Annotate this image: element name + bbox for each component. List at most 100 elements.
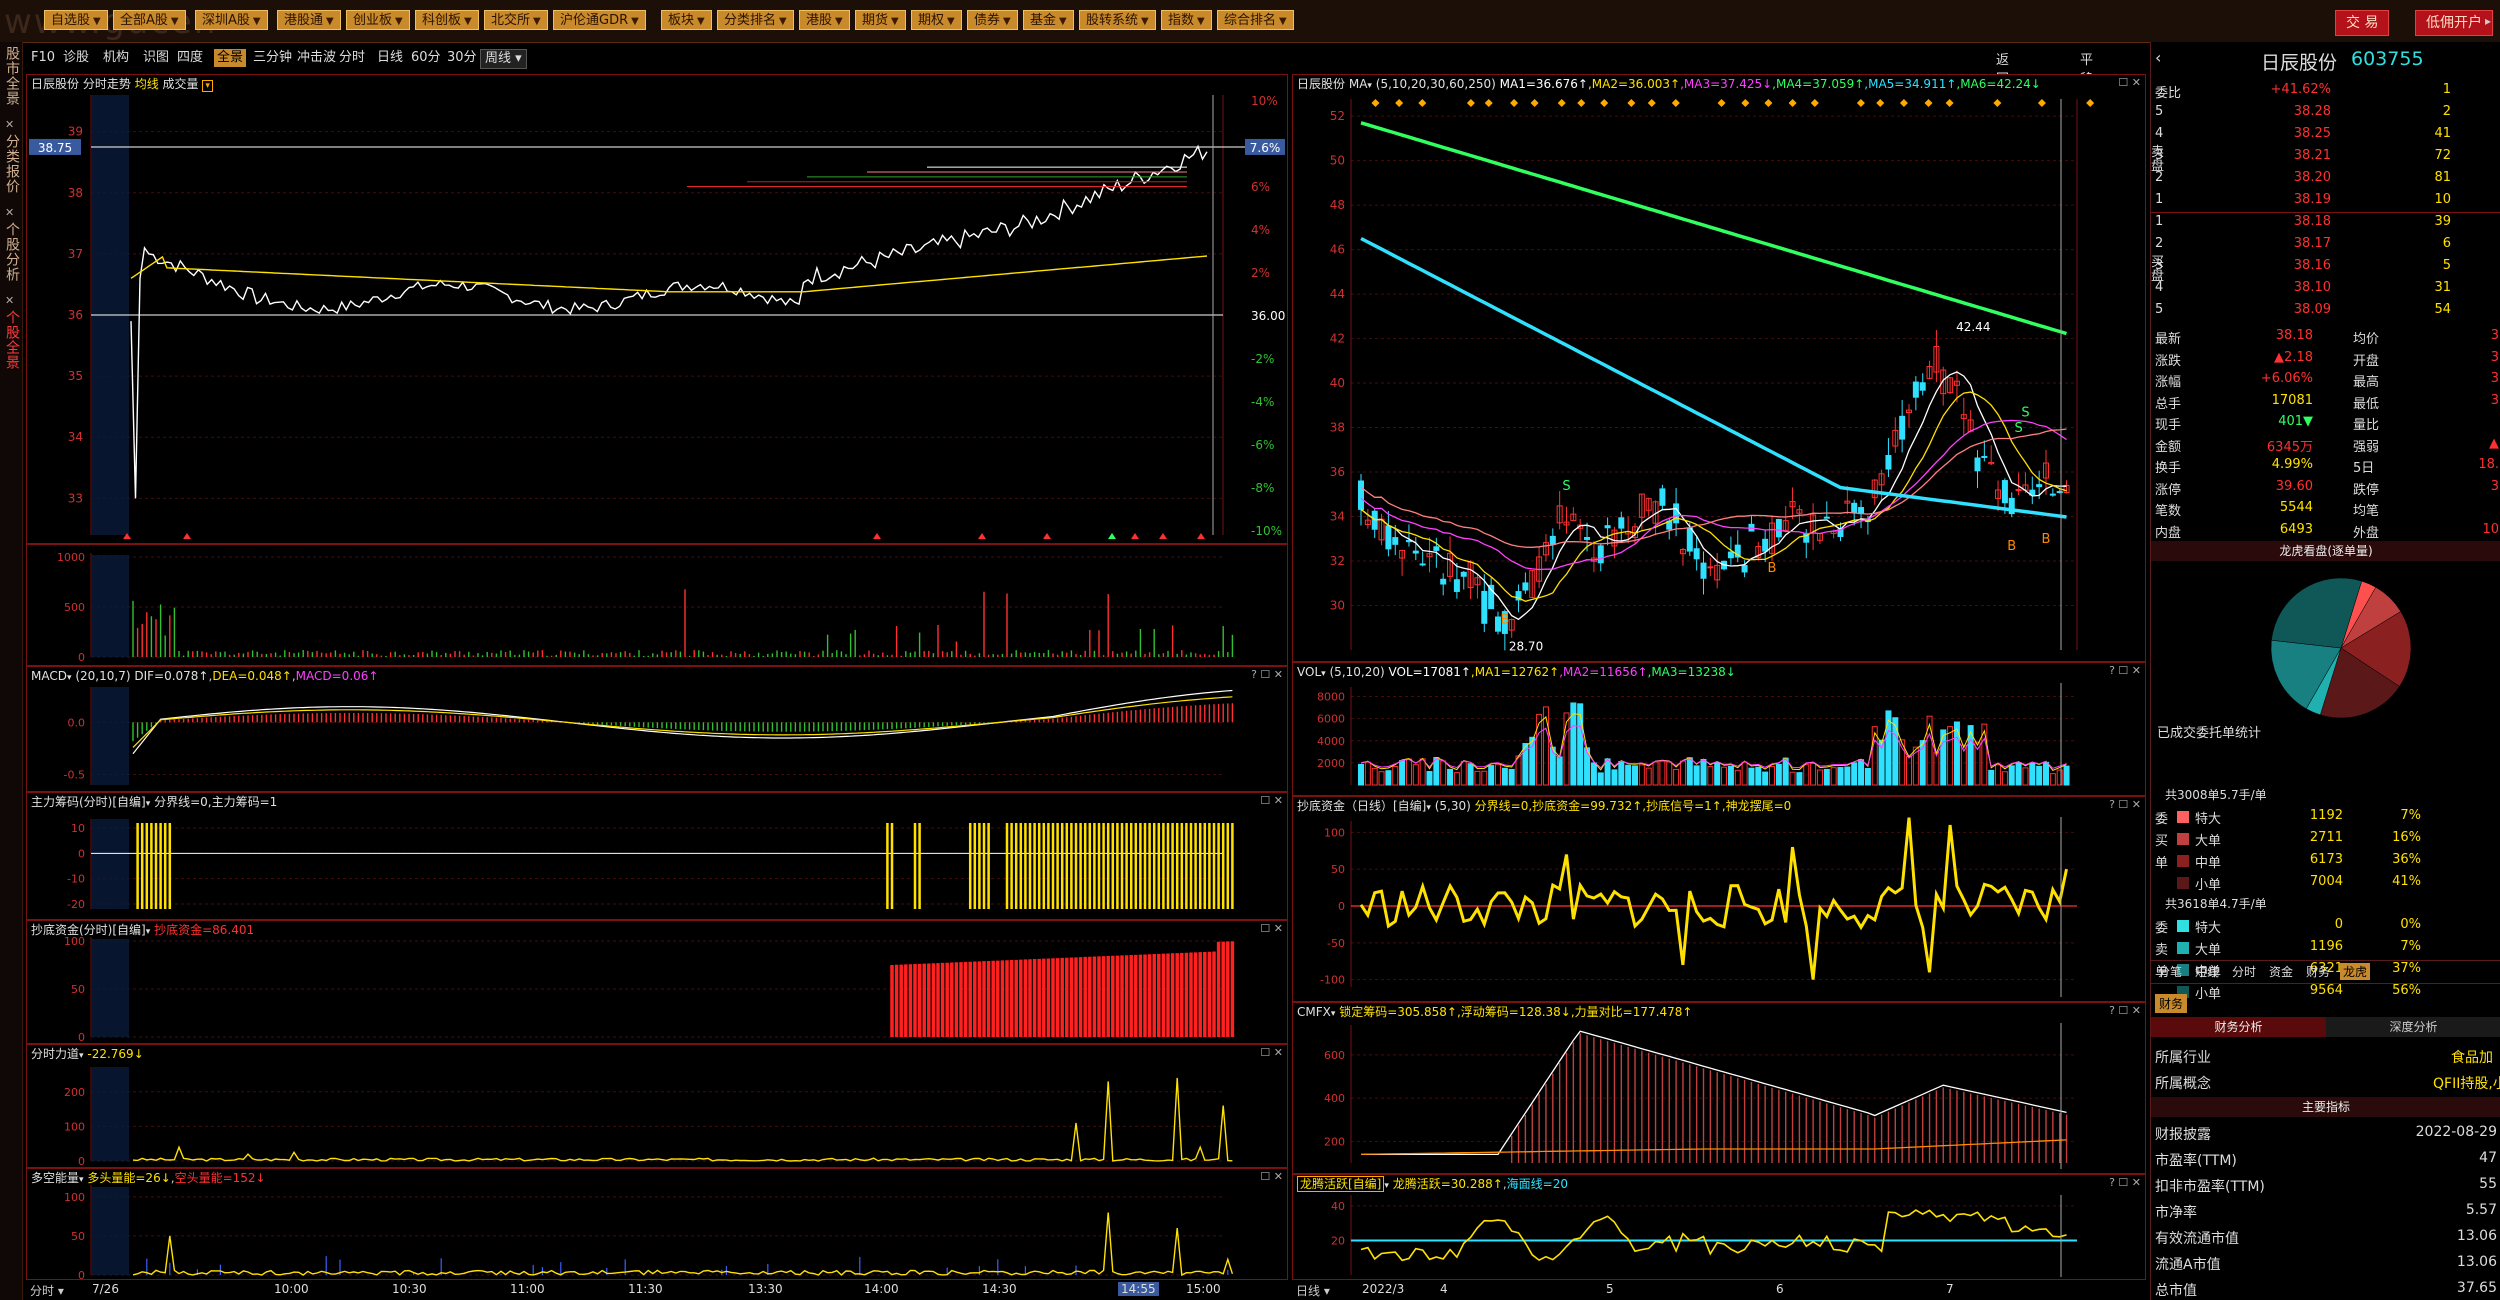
toolbar-item-16[interactable]: 指数 ▼: [1161, 10, 1212, 30]
trade-button[interactable]: 交 易: [2335, 10, 2390, 36]
open-account-button[interactable]: 低佣开户: [2415, 10, 2493, 36]
axis-tick: 100: [64, 935, 85, 948]
tab-0[interactable]: F10: [28, 49, 58, 67]
toolbar-item-2[interactable]: 深圳A股 ▼: [195, 10, 268, 30]
fin-row-label: 总市值: [2155, 1283, 2197, 1299]
daily-period-dropdown[interactable]: 日线 ▾: [1296, 1282, 1330, 1299]
order-row-vol: 9564: [2309, 983, 2343, 998]
candle-body: [1549, 535, 1556, 545]
intraday-dknl-chart: 100 50 0: [64, 1185, 1234, 1279]
tab-9[interactable]: 日线: [374, 49, 406, 67]
vtab-market-overview[interactable]: 股市全景: [2, 46, 20, 106]
toolbar-item-8[interactable]: 板块 ▼: [661, 10, 712, 30]
info-marker: [1899, 99, 1908, 107]
toolbar-item-14[interactable]: 基金 ▼: [1023, 10, 1074, 30]
deep-analysis-tab[interactable]: 深度分析: [2326, 1017, 2500, 1037]
vol-bar: [1748, 767, 1755, 786]
toolbar-item-15[interactable]: 股转系统 ▼: [1079, 10, 1156, 30]
order-row-vol: 2711: [2309, 830, 2343, 845]
candle-body: [1912, 381, 1919, 398]
vol-bar: [1371, 767, 1378, 786]
price-tick: 36: [1330, 465, 1345, 479]
vol-bar: [1666, 761, 1673, 786]
quote-tab-0[interactable]: 分笔: [2155, 963, 2185, 980]
toolbar-item-12[interactable]: 期权 ▼: [911, 10, 962, 30]
pct-tick: -4%: [1251, 395, 1274, 409]
tab-10[interactable]: 60分: [408, 49, 444, 67]
vtab-stock-overview[interactable]: 个股全景: [2, 310, 20, 370]
chevron-down-icon: ▼: [1197, 16, 1205, 27]
toolbar-item-11[interactable]: 期货 ▼: [855, 10, 906, 30]
fin-row-value: 47: [2479, 1150, 2497, 1166]
close-icon[interactable]: ✕: [5, 206, 14, 219]
toolbar-item-17[interactable]: 综合排名 ▼: [1217, 10, 1294, 30]
toolbar-item-13[interactable]: 债券 ▼: [967, 10, 1018, 30]
fin-analysis-tab[interactable]: 财务分析: [2151, 1017, 2326, 1037]
toolbar-item-0[interactable]: 自选股 ▼: [44, 10, 108, 30]
tab-11[interactable]: 30分: [444, 49, 480, 67]
tab-12[interactable]: 周线 ▾: [480, 49, 527, 69]
fin-row-value: 13.06: [2456, 1228, 2497, 1244]
close-icon[interactable]: ✕: [5, 294, 14, 307]
intraday-period-dropdown[interactable]: 分时 ▾: [30, 1282, 64, 1299]
axis-tick: -0.5: [64, 769, 85, 782]
quote-tab-1[interactable]: 短线: [2192, 963, 2222, 980]
tab-3[interactable]: 识图: [140, 49, 172, 67]
tab-6[interactable]: 三分钟: [250, 49, 295, 67]
axis-tick: 20: [1331, 1234, 1345, 1247]
stat-value: 4.99%: [2271, 457, 2313, 472]
info-marker: [1395, 99, 1404, 107]
stat-value: 3: [2490, 349, 2499, 365]
pct-tick: 6%: [1251, 180, 1270, 194]
stat-value: ▲2.18: [2274, 349, 2313, 365]
close-icon[interactable]: ✕: [5, 118, 14, 131]
tab-8[interactable]: 分时: [336, 49, 368, 67]
candle-body: [1440, 578, 1447, 585]
axis-tick: 100: [64, 1191, 85, 1204]
toolbar-item-6[interactable]: 北交所 ▼: [484, 10, 548, 30]
candle-body: [1974, 457, 1981, 472]
time-label: 2022/3: [1362, 1282, 1405, 1296]
toolbar-item-3[interactable]: 港股通 ▼: [277, 10, 341, 30]
axis-tick: 40: [1331, 1200, 1345, 1213]
tab-1[interactable]: 诊股: [60, 49, 92, 67]
tab-4[interactable]: 四度: [174, 49, 206, 67]
fin-tab[interactable]: 财务: [2155, 994, 2188, 1013]
quote-tab-2[interactable]: 分时: [2229, 963, 2259, 980]
intraday-fsld-chart: 200 100 0: [64, 1067, 1233, 1167]
order-row-pct: 7%: [2400, 808, 2421, 823]
vol-bar: [1816, 769, 1823, 786]
toolbar-item-4[interactable]: 创业板 ▼: [346, 10, 410, 30]
tab-2[interactable]: 机构: [100, 49, 132, 67]
vtab-stock-analysis[interactable]: 个股分析: [2, 222, 20, 282]
axis-tick: 10: [71, 822, 85, 835]
row-volume: 81: [2434, 170, 2451, 185]
quote-tab-3[interactable]: 资金: [2266, 963, 2296, 980]
intraday-price-panel: 日辰股份 分时走势 均线 成交量 ▾ 3938373635343310%8%6%…: [26, 74, 1288, 544]
toolbar-item-7[interactable]: 沪伦通GDR ▼: [553, 10, 646, 30]
toolbar-item-10[interactable]: 港股 ▼: [799, 10, 850, 30]
toolbar-item-5[interactable]: 科创板 ▼: [415, 10, 479, 30]
axis-tick: 50: [71, 1230, 85, 1243]
vtab-category-quote[interactable]: 分类报价: [2, 134, 20, 194]
back-icon[interactable]: ‹: [2155, 48, 2161, 67]
vol-bar: [1652, 761, 1659, 786]
vol-bar: [1700, 758, 1707, 786]
more-icon[interactable]: ▸: [2485, 14, 2495, 28]
pct-tick: 2%: [1251, 266, 1270, 280]
vol-bar: [1358, 763, 1364, 786]
fin-row-label: 市净率: [2155, 1205, 2197, 1221]
tab-5[interactable]: 全景: [214, 49, 247, 67]
toolbar-item-9[interactable]: 分类排名 ▼: [717, 10, 794, 30]
quote-tab-5[interactable]: 龙虎: [2340, 963, 2371, 980]
intraday-volume-panel: 1000 500 0: [26, 544, 1288, 666]
quote-tab-4[interactable]: 财务: [2303, 963, 2333, 980]
vol-bar: [1693, 765, 1700, 786]
legend-swatch: [2177, 833, 2189, 845]
order-row-vol: 1196: [2309, 939, 2343, 954]
tab-7[interactable]: 冲击波: [294, 49, 339, 67]
toolbar-item-1[interactable]: 全部A股 ▼: [113, 10, 186, 30]
stat-value: 6345万: [2266, 439, 2313, 455]
price-tick: 38: [68, 186, 83, 200]
daily-lthy-panel: 龙腾活跃[自编] ▾ 龙腾活跃=30.288↑,海面线=20 ? ☐ ✕ 40 20: [1292, 1174, 2146, 1280]
